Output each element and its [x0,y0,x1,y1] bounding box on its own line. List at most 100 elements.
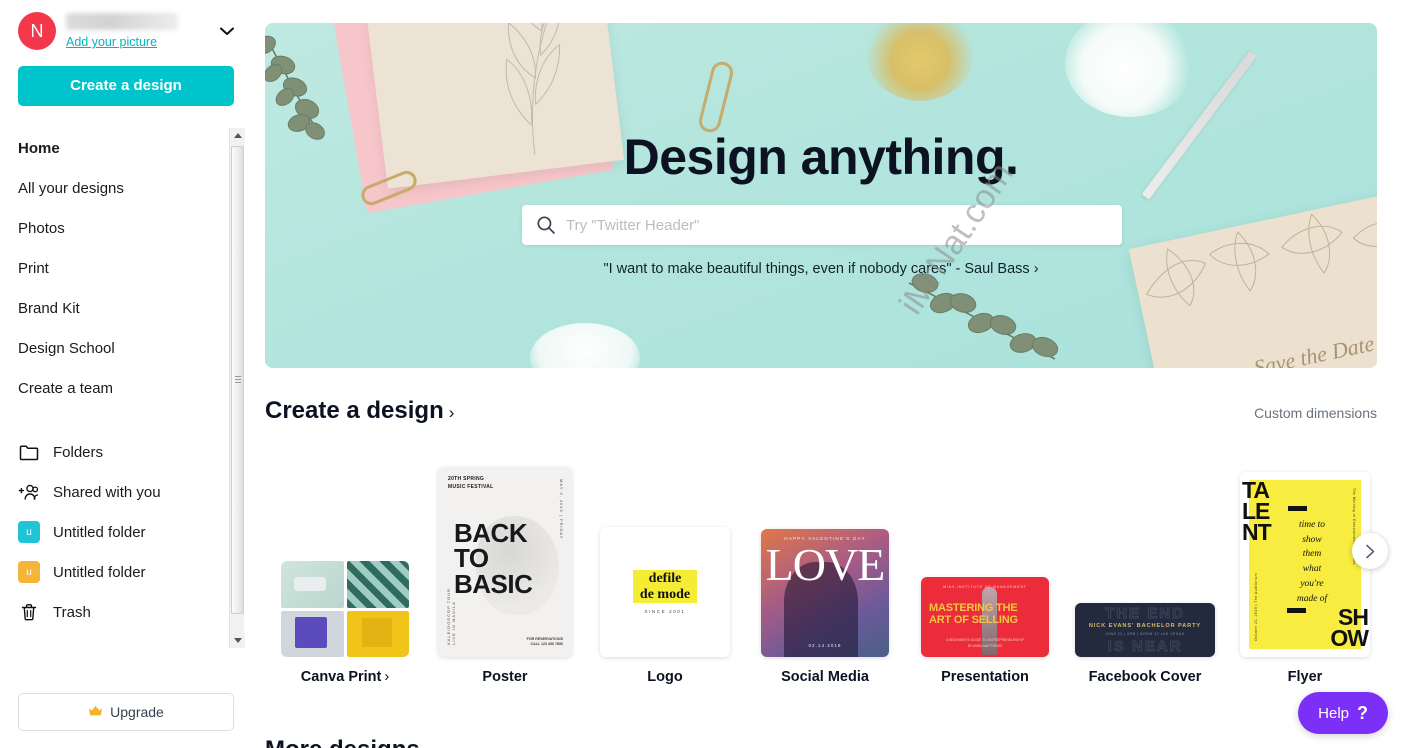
canva-print-thumbnail[interactable] [281,561,409,657]
search-icon [536,215,558,235]
hero-banner: Save the Date Design anything. "I want t… [265,23,1377,368]
sidebar-item-label: Untitled folder [53,563,146,581]
card-label: Facebook Cover [1088,669,1202,685]
poster-thumbnail[interactable]: 20TH SPRING MUSIC FESTIVAL MAY 3, 2019 |… [438,467,572,657]
poster-right-text: MAY 3, 2019 | FRIDAY [559,479,564,540]
sidebar-item-label: All your designs [18,179,124,197]
sidebar-item-label: Folders [53,443,104,461]
sidebar-item-label: Brand Kit [18,299,80,317]
sidebar-item-print[interactable]: Print [18,248,234,288]
sidebar-nav: Home All your designs Photos Print Brand… [0,128,234,648]
facebook-cover-thumbnail[interactable]: THE END IS NEAR NICK EVANS' BACHELOR PAR… [1075,603,1215,657]
design-card-social-media[interactable]: HAPPY VALENTINE'S DAY LOVE 02.14.2019 So… [745,529,905,685]
create-a-design-button[interactable]: Create a design [18,66,234,106]
carousel-next-button[interactable] [1352,533,1388,569]
print-photo-1 [281,561,344,608]
sidebar: N Add your picture Create a design Home … [0,0,252,748]
scroll-down-arrow-icon[interactable] [230,633,245,648]
sidebar-item-shared-with-you[interactable]: Shared with you [18,472,234,512]
poster-headline: BACK TO BASIC [454,518,533,599]
poster-top-text: 20TH SPRING MUSIC FESTIVAL [448,476,494,490]
sidebar-item-home[interactable]: Home [18,128,234,168]
fb-headline: NICK EVANS' BACHELOR PARTY [1088,623,1202,629]
add-your-picture-link[interactable]: Add your picture [66,35,157,49]
sidebar-item-label: Home [18,139,60,157]
sidebar-item-folders[interactable]: Folders [18,432,234,472]
design-card-facebook-cover[interactable]: THE END IS NEAR NICK EVANS' BACHELOR PAR… [1065,603,1225,685]
print-photo-2 [346,561,409,608]
presentation-thumbnail[interactable]: MIAS INSTITUTE OF MANAGEMENT MASTERING T… [921,577,1049,657]
social-date-text: 02.14.2019 [808,643,842,648]
folder-icon [18,441,40,463]
scrollbar-thumb[interactable] [231,146,244,614]
help-button[interactable]: Help ? [1298,692,1388,734]
print-photo-4 [346,610,409,657]
account-text: Add your picture [66,11,206,51]
folder-badge-icon: u [18,521,40,543]
fb-sub-text: JUNE 22 | 8PM | BOOM 42 LAS VEGAS [1105,632,1185,636]
print-photo-3 [281,610,344,657]
shared-users-icon [18,481,40,503]
design-card-flyer[interactable]: The Ministry of Entertainment presents O… [1225,472,1385,685]
folder-badge-icon: u [18,561,40,583]
main-content: Save the Date Design anything. "I want t… [252,0,1410,748]
trash-icon [18,601,40,623]
nav-divider-gap [18,408,234,432]
design-card-presentation[interactable]: MIAS INSTITUTE OF MANAGEMENT MASTERING T… [905,577,1065,685]
logo-thumbnail[interactable]: defile de mode SINCE 2001 [600,527,730,657]
sidebar-item-untitled-folder-2[interactable]: u Untitled folder [18,552,234,592]
sidebar-item-create-a-team[interactable]: Create a team [18,368,234,408]
more-designs-title: More designs [265,736,420,748]
card-label: Social Media [781,669,869,685]
search-bar[interactable] [522,205,1122,245]
section-title[interactable]: Create a design › [265,397,454,425]
flyer-poem-text: time to show them what you're made of [1296,520,1328,604]
flyer-dash-top [1288,506,1307,511]
hero-quote-link[interactable]: "I want to make beautiful things, even i… [265,261,1377,277]
account-row[interactable]: N Add your picture [0,0,252,62]
fb-outline-bottom-text: IS NEAR [1107,638,1183,656]
help-label: Help [1318,704,1349,722]
sidebar-item-photos[interactable]: Photos [18,208,234,248]
fb-outline-top-text: THE END [1105,605,1185,623]
create-a-design-section-header: Create a design › Custom dimensions [265,397,1377,425]
sidebar-scrollbar[interactable] [229,128,245,648]
search-input[interactable] [566,216,1108,234]
presentation-footer-text: A BEGINNER'S GUIDE TO ENTREPRENEURSHIP B… [946,638,1024,649]
canva-homepage: N Add your picture Create a design Home … [0,0,1410,748]
upgrade-button[interactable]: Upgrade [18,693,234,731]
sidebar-item-label: Untitled folder [53,523,146,541]
sidebar-item-label: Photos [18,219,65,237]
chevron-right-icon: › [384,669,390,685]
sidebar-item-label: Design School [18,339,115,357]
chevron-right-icon [1365,544,1374,558]
social-headline: LOVE [765,539,886,590]
flyer-thumbnail[interactable]: The Ministry of Entertainment presents O… [1240,472,1370,657]
design-type-carousel: Canva Print › 20TH SPRING MUSIC FESTIVAL … [265,450,1385,685]
sidebar-item-brand-kit[interactable]: Brand Kit [18,288,234,328]
presentation-top-text: MIAS INSTITUTE OF MANAGEMENT [943,585,1027,589]
sidebar-nav-scroll-area: Home All your designs Photos Print Brand… [0,128,252,648]
sidebar-item-trash[interactable]: Trash [18,592,234,632]
avatar: N [18,12,56,50]
social-media-thumbnail[interactable]: HAPPY VALENTINE'S DAY LOVE 02.14.2019 [761,529,889,657]
card-label: Poster [482,669,528,685]
design-card-canva-print[interactable]: Canva Print › [265,561,425,685]
design-card-logo[interactable]: defile de mode SINCE 2001 Logo [585,527,745,685]
card-label: Canva Print › [301,669,389,685]
design-card-poster[interactable]: 20TH SPRING MUSIC FESTIVAL MAY 3, 2019 |… [425,467,585,685]
flyer-left-text: October 21, 2019 | The Auditorium [1254,572,1258,641]
sidebar-item-design-school[interactable]: Design School [18,328,234,368]
eucalyptus-sprig-decoration [905,273,1065,368]
card-label: Presentation [941,669,1029,685]
scroll-up-arrow-icon[interactable] [230,128,245,143]
custom-dimensions-link[interactable]: Custom dimensions [1254,405,1377,421]
poster-left-text: KALEIDOSCOP TOUR LIVE IN MANILA [446,588,456,645]
presentation-headline: MASTERING THE ART OF SELLING [929,602,1018,626]
chevron-right-icon: › [448,403,455,422]
chevron-down-icon[interactable] [216,20,238,42]
sidebar-item-label: Shared with you [53,483,161,501]
username-redacted [66,13,178,30]
sidebar-item-untitled-folder-1[interactable]: u Untitled folder [18,512,234,552]
sidebar-item-all-your-designs[interactable]: All your designs [18,168,234,208]
